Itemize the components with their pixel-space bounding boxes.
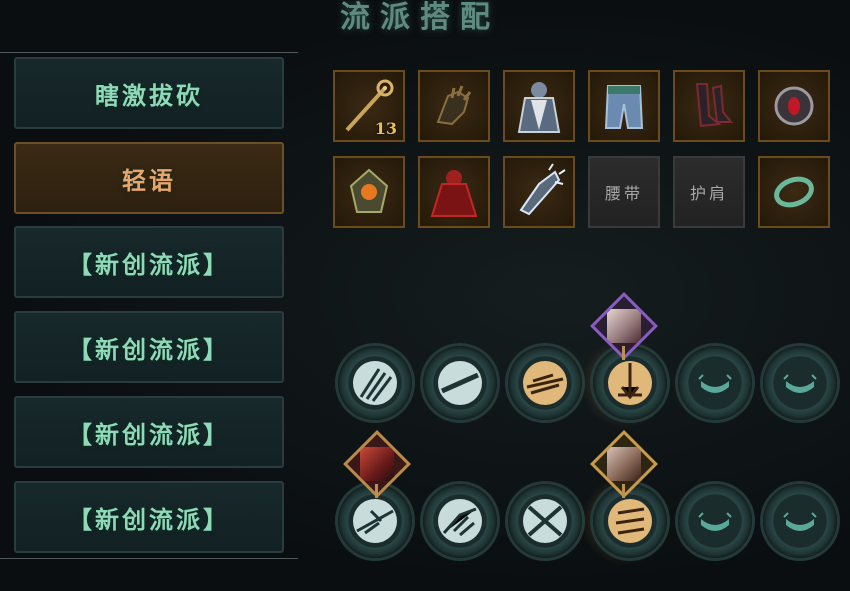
preset-button-6[interactable]: 【新创流派】 <box>14 481 284 553</box>
skill-slot-1-5-empty[interactable] <box>678 346 752 420</box>
dash-strike-skill-icon <box>523 361 567 405</box>
green-ring-icon <box>774 176 814 208</box>
skill-slot-1-1[interactable] <box>338 346 412 420</box>
preset-button-5[interactable]: 【新创流派】 <box>14 396 284 468</box>
preset-button-2-active[interactable]: 轻语 <box>14 142 284 214</box>
empty-slot-icon <box>783 512 817 531</box>
equip-slot-weapon[interactable]: 13 <box>333 70 405 142</box>
pin-stem <box>622 484 625 498</box>
preset-button-1[interactable]: 瞎激拔砍 <box>14 57 284 129</box>
equip-slot-charm[interactable] <box>333 156 405 228</box>
red-gem-amulet-icon <box>774 86 814 126</box>
equip-slot-gloves[interactable] <box>418 70 490 142</box>
page-title: 流派搭配 <box>340 0 500 35</box>
preset-button-3[interactable]: 【新创流派】 <box>14 226 284 298</box>
pin-stem <box>375 484 378 498</box>
wing-slash-skill-icon <box>438 499 482 543</box>
equip-slot-amulet[interactable] <box>758 70 830 142</box>
ice-gauntlet-icon <box>519 163 566 216</box>
equip-slot-shoulder-empty[interactable]: 护肩 <box>673 156 745 228</box>
orange-gem-charm-icon <box>349 168 389 213</box>
equip-slot-belt-empty[interactable]: 腰带 <box>588 156 660 228</box>
cloak-armor-icon <box>517 82 561 133</box>
skill-slot-1-4[interactable] <box>593 346 667 420</box>
bottom-divider <box>0 558 298 559</box>
skill-slot-1-3[interactable] <box>508 346 582 420</box>
gauntlet-icon <box>436 85 472 126</box>
top-divider <box>0 52 298 53</box>
empty-slot-icon <box>783 374 817 393</box>
pin-stem <box>622 346 625 360</box>
skill-slot-2-6-empty[interactable] <box>763 484 837 558</box>
empty-slot-icon <box>698 512 732 531</box>
equip-slot-cape[interactable] <box>418 156 490 228</box>
burst-skill-icon <box>608 361 652 405</box>
boots-icon <box>695 83 734 128</box>
skill-slot-2-5-empty[interactable] <box>678 484 752 558</box>
claw-slash-skill-icon <box>353 361 397 405</box>
skill-slot-2-2[interactable] <box>423 484 497 558</box>
equip-slot-bracer[interactable] <box>503 156 575 228</box>
equip-slot-legs[interactable] <box>588 70 660 142</box>
skill-slot-1-2[interactable] <box>423 346 497 420</box>
skill-slot-2-4[interactable] <box>593 484 667 558</box>
preset-button-4[interactable]: 【新创流派】 <box>14 311 284 383</box>
blade-swipe-skill-icon <box>438 361 482 405</box>
empty-slot-icon <box>698 374 732 393</box>
red-cape-icon <box>430 170 478 217</box>
cross-blades-skill-icon <box>523 499 567 543</box>
skill-slot-1-6-empty[interactable] <box>763 346 837 420</box>
skill-slot-2-3[interactable] <box>508 484 582 558</box>
spear-thrust-skill-icon <box>353 499 397 543</box>
leggings-icon <box>604 85 644 129</box>
triple-slash-skill-icon <box>608 499 652 543</box>
equip-slot-boots[interactable] <box>673 70 745 142</box>
weapon-level-badge: 13 <box>374 119 397 138</box>
equip-slot-ring[interactable] <box>758 156 830 228</box>
equip-slot-armor[interactable] <box>503 70 575 142</box>
